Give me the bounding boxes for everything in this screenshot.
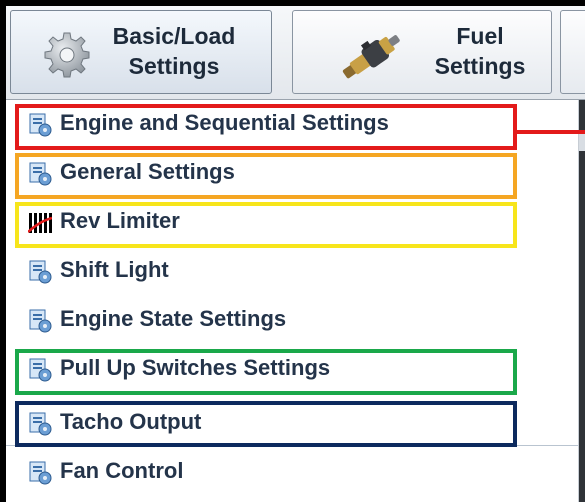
settings-page-icon — [29, 309, 52, 333]
settings-page-icon — [29, 260, 52, 284]
basic-load-settings-button[interactable]: Basic/Load Settings — [10, 10, 272, 94]
settings-menu: Engine and Sequential Settings General S… — [6, 100, 579, 502]
menu-item-shift-light[interactable]: Shift Light — [6, 247, 578, 296]
fuel-settings-label-line2: Settings — [434, 53, 526, 79]
side-panel — [579, 100, 585, 502]
basic-settings-label-line2: Settings — [128, 53, 220, 79]
highlight-connector-line — [516, 130, 585, 134]
settings-page-icon — [29, 358, 52, 382]
menu-item-tacho-output[interactable]: Tacho Output — [6, 399, 578, 448]
menu-item-label: Engine and Sequential Settings — [60, 110, 389, 135]
menu-item-label: Engine State Settings — [60, 306, 287, 331]
menu-item-label: Rev Limiter — [60, 208, 180, 233]
fuel-settings-label-line1: Fuel — [456, 23, 504, 49]
menu-item-label: Tacho Output — [60, 409, 202, 434]
side-panel-tab — [579, 133, 585, 151]
settings-page-icon — [29, 412, 52, 436]
app-window: Basic/Load Settings Fuel Settings Engine… — [6, 6, 585, 502]
rev-limiter-icon — [28, 212, 52, 234]
menu-item-label: Pull Up Switches Settings — [60, 355, 331, 380]
menu-item-engine-state-settings[interactable]: Engine State Settings — [6, 296, 578, 345]
menu-item-label: Fan Control — [60, 458, 184, 483]
fuel-injector-icon — [342, 35, 400, 79]
settings-page-icon — [29, 162, 52, 186]
next-toolbar-button[interactable] — [560, 10, 585, 94]
menu-item-engine-sequential-settings[interactable]: Engine and Sequential Settings — [6, 100, 578, 149]
menu-item-fan-control[interactable]: Fan Control — [6, 448, 578, 497]
basic-settings-label-line1: Basic/Load — [112, 23, 236, 49]
settings-page-icon — [29, 113, 52, 137]
settings-page-icon — [29, 461, 52, 485]
gear-icon — [44, 32, 90, 78]
menu-item-general-settings[interactable]: General Settings — [6, 149, 578, 198]
toolbar: Basic/Load Settings Fuel Settings — [6, 6, 585, 100]
menu-item-label: General Settings — [60, 159, 235, 184]
menu-item-pull-up-switches-settings[interactable]: Pull Up Switches Settings — [6, 345, 578, 394]
menu-item-rev-limiter[interactable]: Rev Limiter — [6, 198, 578, 247]
menu-item-label: Shift Light — [60, 257, 169, 282]
fuel-settings-button[interactable]: Fuel Settings — [292, 10, 552, 94]
